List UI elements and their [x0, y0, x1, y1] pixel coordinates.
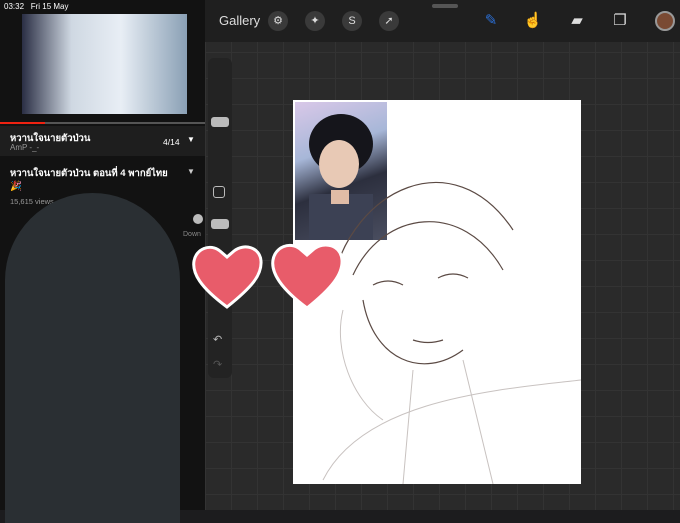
- download-label[interactable]: Down: [183, 231, 201, 238]
- status-time: 03:32: [4, 2, 25, 11]
- sketch-jaw: [362, 299, 464, 365]
- status-bar: 03:32 Fri 15 May: [4, 2, 69, 11]
- eraser-icon[interactable]: ▰: [566, 10, 588, 32]
- download-icon[interactable]: [193, 214, 203, 224]
- video-emoji: 🎉: [10, 181, 22, 192]
- smudge-icon[interactable]: ☝: [522, 10, 544, 32]
- layers-icon[interactable]: ❐: [609, 10, 631, 32]
- video-player[interactable]: [22, 14, 187, 114]
- modify-button[interactable]: [213, 186, 225, 198]
- color-picker[interactable]: [655, 11, 675, 31]
- sketch-lips: [412, 339, 444, 344]
- selection-icon[interactable]: S: [342, 11, 362, 31]
- transform-arrow-icon[interactable]: ➚: [379, 11, 399, 31]
- video-progress-fill: [0, 122, 46, 124]
- procreate-sidebar: [208, 58, 232, 378]
- playlist-expand-icon[interactable]: ▼: [187, 135, 195, 144]
- redo-icon[interactable]: ↷: [213, 358, 222, 371]
- sketch-left-eye: [372, 280, 404, 286]
- video-title: หวานใจนายตัวป่วน ตอนที่ 4 พากย์ไทย 🎉: [10, 166, 168, 192]
- sketch-hand: [339, 309, 384, 421]
- video-title-text: หวานใจนายตัวป่วน ตอนที่ 4 พากย์ไทย: [10, 168, 168, 179]
- wrench-icon[interactable]: ⚙: [268, 11, 288, 31]
- sketch-shoulder: [322, 379, 581, 481]
- opacity-slider[interactable]: [211, 219, 229, 229]
- sketch-hair-outline: [332, 182, 514, 281]
- sketch-collar: [462, 359, 494, 484]
- brush-icon[interactable]: ✎: [480, 10, 502, 32]
- gallery-button[interactable]: Gallery: [219, 13, 260, 28]
- heart-sticker-right: [271, 243, 344, 310]
- sketch-right-eye: [437, 273, 469, 279]
- video-expand-icon[interactable]: ▼: [187, 167, 195, 176]
- heart-sticker-left: [192, 245, 263, 309]
- status-date: Fri 15 May: [30, 2, 69, 11]
- sketch-neck: [402, 369, 414, 484]
- playlist-owner: AmP -_-: [10, 143, 40, 152]
- undo-icon[interactable]: ↶: [213, 333, 222, 346]
- split-drag-handle[interactable]: [432, 4, 458, 8]
- sketch-fringe: [352, 221, 504, 276]
- brush-size-slider[interactable]: [211, 117, 229, 127]
- overlay-shape: [5, 193, 180, 523]
- magic-wand-icon[interactable]: ✦: [305, 11, 325, 31]
- playlist-position: 4/14: [163, 137, 180, 147]
